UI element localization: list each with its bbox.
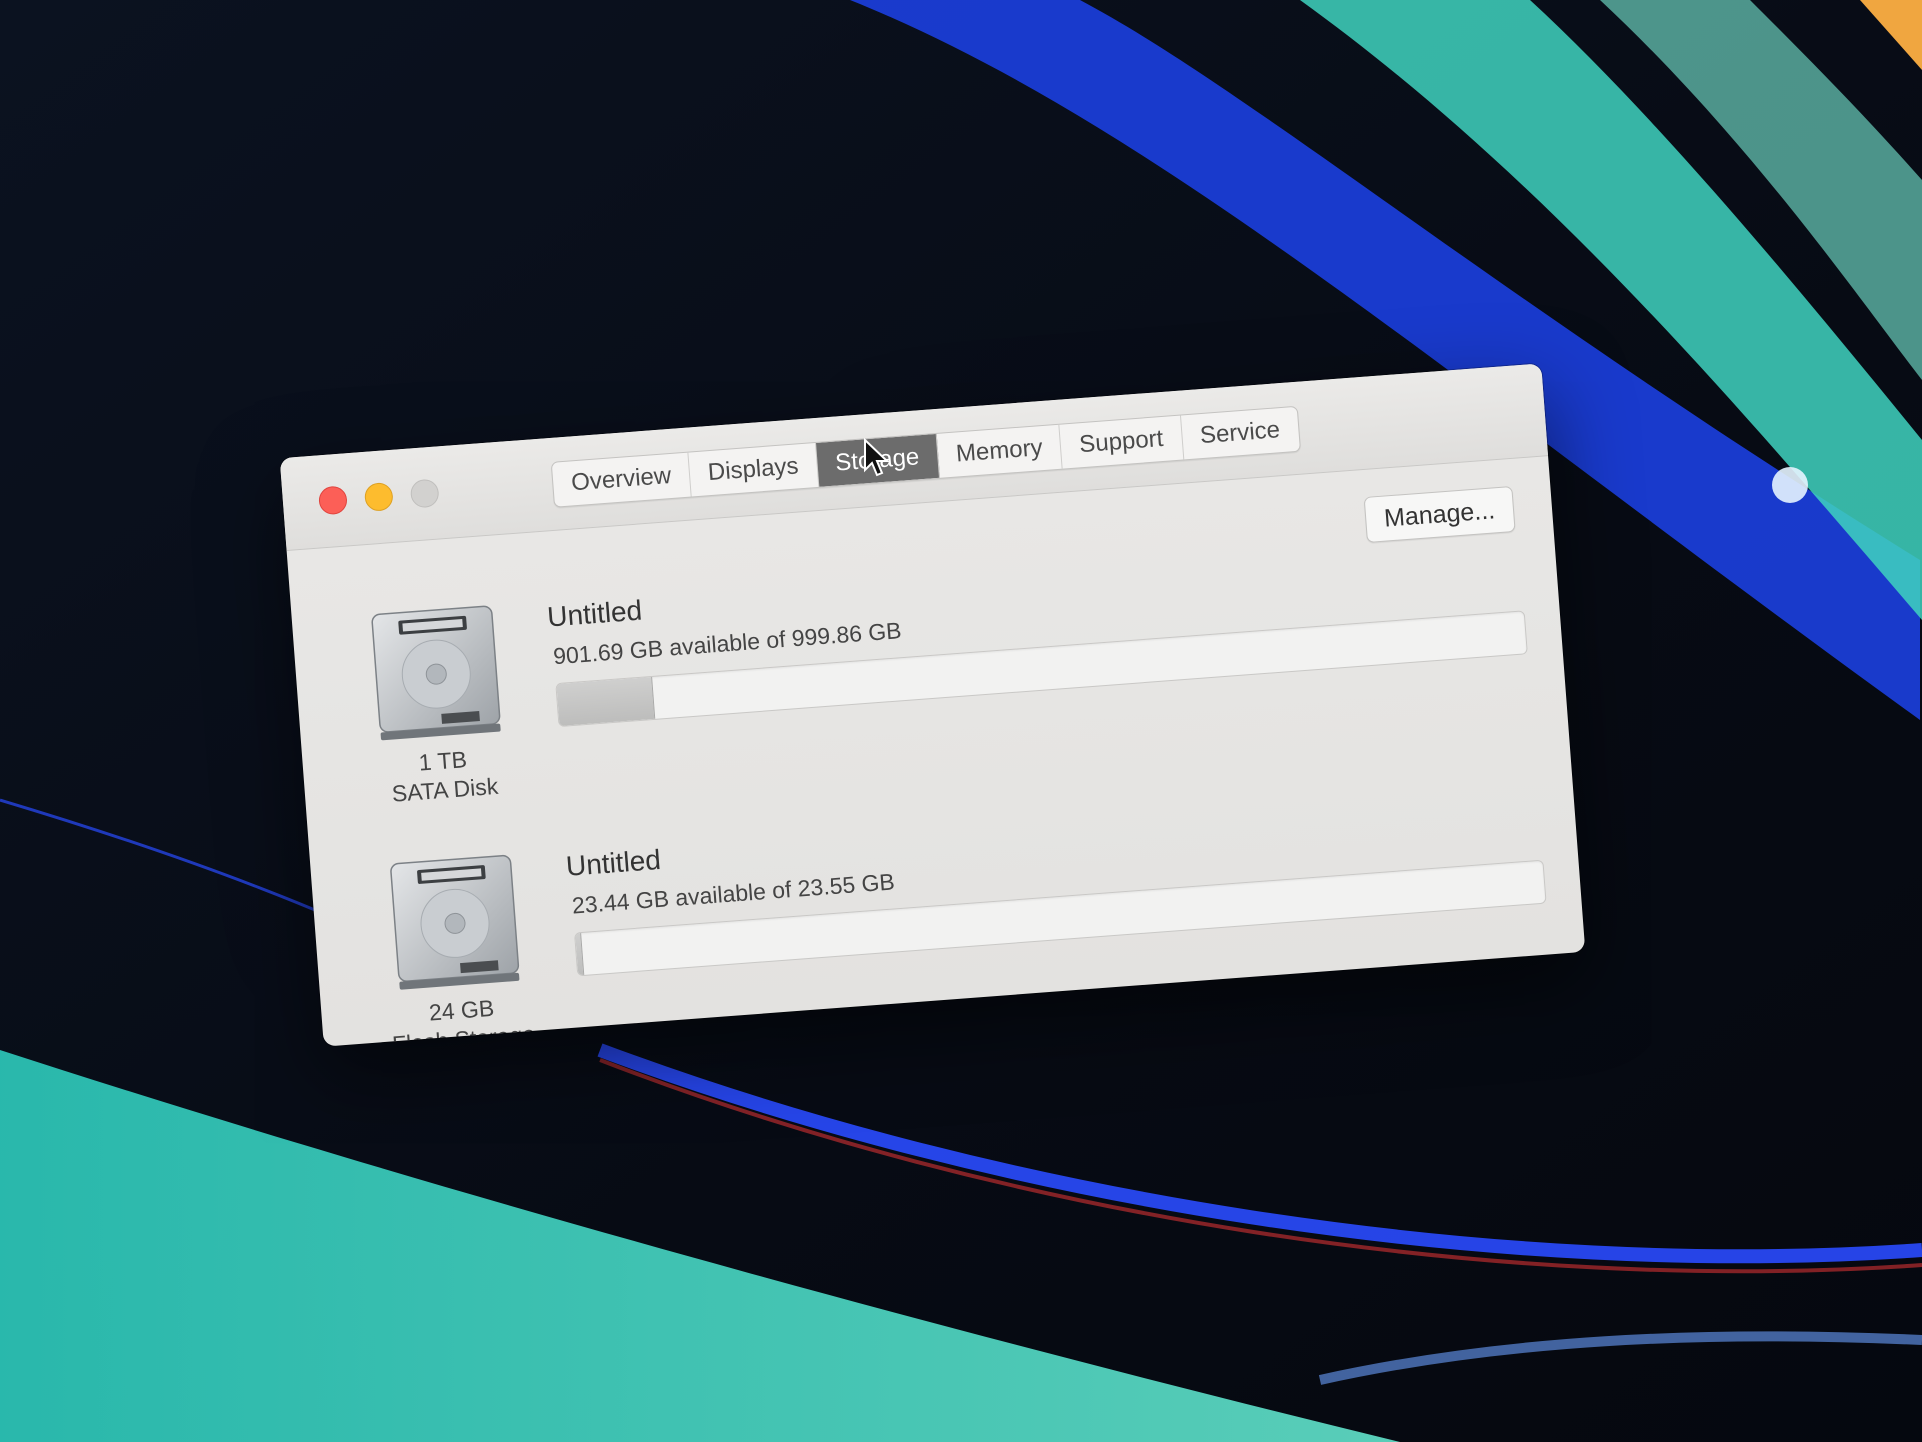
about-this-mac-window: Overview Displays Storage Memory Support…	[279, 363, 1586, 1047]
tab-overview[interactable]: Overview	[551, 452, 692, 507]
tab-support[interactable]: Support	[1059, 415, 1184, 469]
storage-usage-bar	[574, 859, 1547, 977]
hard-disk-icon	[371, 605, 501, 741]
close-button[interactable]	[317, 485, 348, 516]
minimize-button[interactable]	[363, 481, 394, 512]
tab-service[interactable]: Service	[1181, 407, 1300, 460]
disk-caption: 1 TB SATA Disk	[342, 739, 546, 812]
zoom-button	[409, 478, 440, 509]
volume-name: Untitled	[564, 843, 662, 882]
storage-usage-bar	[555, 610, 1528, 728]
storage-used-segment	[575, 933, 585, 976]
tab-displays[interactable]: Displays	[688, 443, 820, 497]
storage-used-segment	[556, 676, 656, 727]
hard-disk-icon	[390, 854, 520, 990]
volume-name: Untitled	[546, 594, 644, 633]
mouse-cursor-icon	[864, 438, 890, 477]
tab-memory[interactable]: Memory	[936, 424, 1064, 478]
